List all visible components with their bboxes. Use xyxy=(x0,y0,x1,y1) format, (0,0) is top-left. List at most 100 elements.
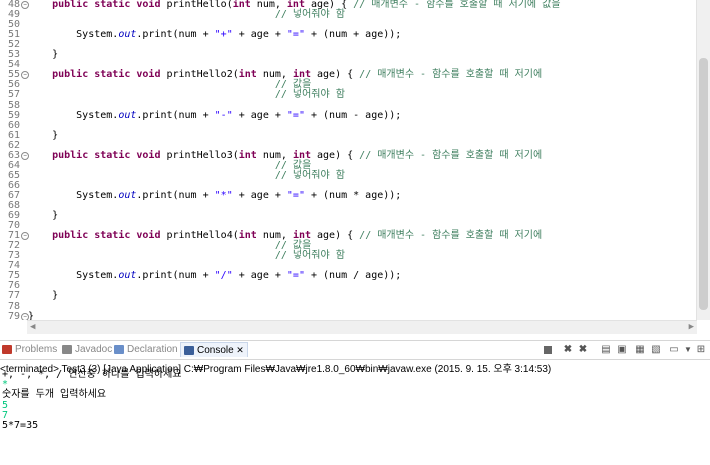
javadoc-icon xyxy=(62,344,72,354)
tab-console[interactable]: Console ✕ xyxy=(180,342,248,357)
code-line[interactable]: // 넣어줘야 함 xyxy=(28,90,345,100)
code-token: "*" xyxy=(214,189,233,201)
pin-console-icon[interactable]: ▧ xyxy=(650,344,662,356)
code-token: // 넣어줘야 함 xyxy=(274,169,345,181)
code-token: "=" xyxy=(286,109,305,121)
code-token: } xyxy=(28,310,35,320)
code-token: out xyxy=(118,270,137,282)
line-number-gutter: 48−49 50 51 52 53 54 55−56 57 58 59 60 61 62 63−64 65 6… xyxy=(0,0,29,320)
bottom-panel-tabbar: Problems Javadoc Declaration Console ✕ ✖ ✖ … xyxy=(0,340,710,360)
code-token: System. xyxy=(28,270,119,282)
code-token: out xyxy=(118,109,137,121)
code-token: age) { xyxy=(311,230,360,242)
code-line[interactable]: // 넣어줘야 함 xyxy=(28,10,345,20)
declaration-icon xyxy=(114,344,124,354)
code-token: "/" xyxy=(214,270,233,282)
code-line[interactable]: } xyxy=(28,211,58,221)
code-token: "-" xyxy=(214,109,233,121)
scroll-right-icon[interactable]: ▶ xyxy=(689,321,694,334)
code-token: age) { xyxy=(311,69,360,81)
tab-label: Declaration xyxy=(127,344,178,355)
code-token: // 넣어줘야 함 xyxy=(274,9,345,21)
tab-label: Problems xyxy=(15,344,58,355)
console-output-line: 5*7=35 xyxy=(2,420,39,431)
vertical-scrollbar-thumb[interactable] xyxy=(699,58,708,310)
code-token: "+" xyxy=(214,29,233,41)
code-token: // 넣어줘야 함 xyxy=(274,250,345,262)
code-line[interactable]: // 넣어줘야 함 xyxy=(28,251,345,261)
scroll-lock-icon[interactable]: ▤ xyxy=(600,344,612,356)
code-token: + age + xyxy=(232,189,287,201)
code-line[interactable]: } xyxy=(28,310,35,320)
code-token: out xyxy=(118,189,137,201)
code-token: + (num - age)); xyxy=(304,109,402,121)
remove-launch-icon[interactable]: ✖ xyxy=(562,344,574,356)
scroll-left-icon[interactable]: ◀ xyxy=(30,321,35,334)
horizontal-scrollbar[interactable]: ◀ ▶ xyxy=(27,320,697,334)
code-token: "=" xyxy=(286,189,305,201)
code-token: } xyxy=(28,49,59,61)
code-token: age) { xyxy=(311,149,360,161)
show-stderr-icon[interactable]: ▦ xyxy=(634,344,646,356)
tab-problems[interactable]: Problems xyxy=(2,343,57,357)
display-console-icon[interactable]: ▭ xyxy=(668,344,680,356)
code-token: // 매개변수 - 함수를 호출할 때 저기에 값을 xyxy=(353,0,561,10)
line-number: 77 xyxy=(7,290,20,302)
code-token: // 매개변수 - 함수를 호출할 때 저기에 xyxy=(359,149,543,161)
code-token: .print(num + xyxy=(136,189,215,201)
code-token: } xyxy=(28,210,59,222)
code-token: .print(num + xyxy=(136,109,215,121)
line-number: 58 xyxy=(7,99,20,111)
line-number: 78 xyxy=(7,300,20,312)
line-number: 79 xyxy=(7,310,20,320)
code-token: .print(num + xyxy=(136,29,215,41)
tab-javadoc[interactable]: Javadoc xyxy=(62,343,112,357)
console-output-line: +, -, *, / 연산중 하나를 입력하세요 xyxy=(2,369,182,380)
terminate-icon[interactable] xyxy=(544,346,552,354)
code-line[interactable]: System.out.print(num + "/" + age + "=" +… xyxy=(28,271,401,281)
code-editor[interactable]: 48−49 50 51 52 53 54 55−56 57 58 59 60 61 62 63−64 65 6… xyxy=(0,0,710,320)
code-token: "=" xyxy=(286,270,305,282)
code-token: "=" xyxy=(286,29,305,41)
open-console-icon[interactable]: ⊞ xyxy=(695,344,707,356)
code-token: + age + xyxy=(232,270,287,282)
problems-icon xyxy=(2,344,12,354)
close-tab-icon[interactable]: ✕ xyxy=(234,345,244,355)
code-token: .print(num + xyxy=(136,270,215,282)
line-number: 57 xyxy=(7,89,20,101)
code-line[interactable]: System.out.print(num + "+" + age + "=" +… xyxy=(28,30,401,40)
code-line[interactable]: } xyxy=(28,291,58,301)
code-line[interactable]: } xyxy=(28,50,58,60)
code-token: + (num * age)); xyxy=(304,189,402,201)
code-token: System. xyxy=(28,109,119,121)
console-output-line: 숫자를 두개 입력하세요 xyxy=(2,389,107,401)
code-token: + (num + age)); xyxy=(304,29,402,41)
code-token: + (num / age)); xyxy=(304,270,402,282)
code-token: out xyxy=(118,29,137,41)
code-token: System. xyxy=(28,189,119,201)
console-icon xyxy=(184,345,194,355)
code-token: // 매개변수 - 함수를 호출할 때 저기에 xyxy=(359,69,543,81)
tab-declaration[interactable]: Declaration xyxy=(114,343,178,357)
code-token: } xyxy=(28,129,59,141)
code-token: + age + xyxy=(232,109,287,121)
code-token: System. xyxy=(28,29,119,41)
remove-all-terminated-icon[interactable]: ✖ xyxy=(577,344,589,356)
code-token: // 넣어줘야 함 xyxy=(274,89,345,101)
code-token: } xyxy=(28,290,59,302)
vertical-scrollbar[interactable] xyxy=(696,0,710,320)
code-token: // 매개변수 - 함수를 호출할 때 저기에 xyxy=(359,230,543,242)
code-line[interactable]: System.out.print(num + "*" + age + "=" +… xyxy=(28,189,402,201)
tab-label: Javadoc xyxy=(75,344,113,355)
code-token: + age + xyxy=(232,29,287,41)
show-output-icon[interactable]: ▣ xyxy=(616,344,628,356)
tab-label: Console xyxy=(197,345,234,356)
code-line[interactable]: } xyxy=(28,129,59,141)
code-line[interactable]: System.out.print(num + "-" + age + "=" +… xyxy=(28,109,402,121)
code-line[interactable]: // 넣어줘야 함 xyxy=(28,169,345,181)
dropdown-icon[interactable]: ▼ xyxy=(682,344,694,356)
